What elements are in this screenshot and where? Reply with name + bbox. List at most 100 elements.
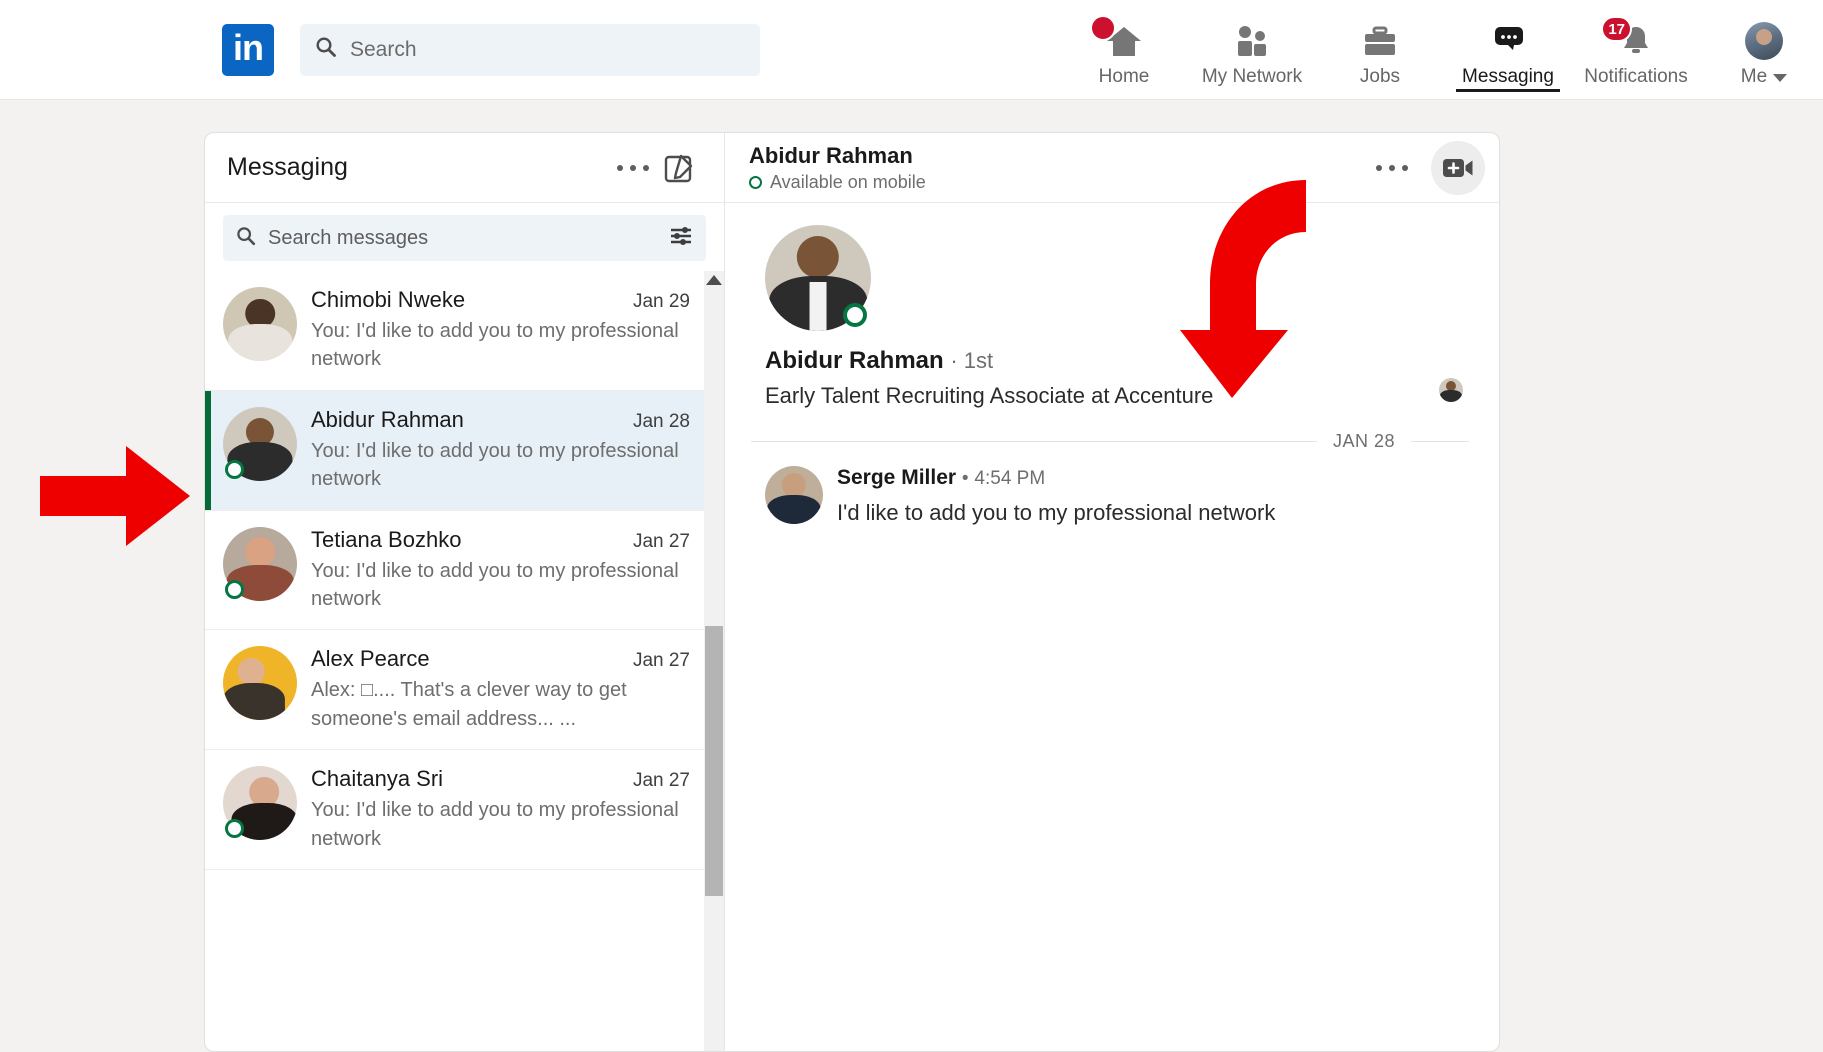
conversation-list-column: Messaging Search messages Chimobi Nweke … — [205, 133, 725, 1051]
date-divider-label: JAN 28 — [1332, 431, 1395, 451]
nav-label-messaging: Messaging — [1462, 66, 1554, 87]
presence-indicator — [843, 303, 867, 327]
conversation-name: Tetiana Bozhko — [311, 526, 462, 552]
conversation-preview: Alex: □.... That's a clever way to get s… — [311, 679, 627, 730]
linkedin-logo[interactable]: in — [222, 23, 274, 76]
conversation-name: Alex Pearce — [311, 646, 430, 672]
nav-label-me: Me — [1740, 66, 1768, 87]
search-messages-placeholder: Search messages — [268, 226, 429, 249]
nav-label-my-network: My Network — [1201, 66, 1303, 87]
nav-item-my-network[interactable]: My Network — [1188, 6, 1316, 92]
message-thread-column: Abidur Rahman Available on mobile Abidur… — [725, 133, 1499, 1051]
people-icon — [1232, 19, 1272, 63]
conversation-date: Jan 28 — [632, 410, 690, 432]
conversation-item-tetiana-bozhko[interactable]: Tetiana Bozhko Jan 27 You: I'd like to a… — [205, 510, 704, 631]
compose-message-icon[interactable] — [656, 145, 702, 191]
thread-profile-avatar[interactable] — [765, 225, 871, 331]
me-label-row: Me — [1740, 63, 1788, 92]
conversation-date: Jan 29 — [632, 291, 690, 312]
more-options-icon[interactable] — [610, 145, 656, 191]
home-badge-dot — [1090, 15, 1116, 41]
conversation-name: Chimobi Nweke — [311, 287, 466, 312]
thread-status-text: Available on mobile — [770, 171, 926, 192]
chevron-down-icon — [1773, 73, 1788, 82]
nav-item-notifications[interactable]: 17 Notifications — [1572, 6, 1700, 92]
conversation-list-scrollbar[interactable] — [704, 271, 724, 1051]
nav-right-group: Home My Network Jobs Messaging 17 Notifi… — [1060, 6, 1823, 92]
nav-active-underline — [1456, 89, 1560, 92]
thread-contact-name: Abidur Rahman — [749, 142, 913, 168]
thread-contact-status: Available on mobile — [749, 172, 1369, 193]
scrollbar-thumb[interactable] — [705, 626, 723, 896]
conversation-item-chaitanya-sri[interactable]: Chaitanya Sri Jan 27 You: I'd like to ad… — [205, 750, 704, 870]
conversation-scroll-area: Chimobi Nweke Jan 29 You: I'd like to ad… — [205, 271, 724, 1051]
date-divider: JAN 28 — [751, 431, 1469, 452]
nav-label-notifications: Notifications — [1584, 66, 1688, 87]
message-bubble-icon — [1488, 19, 1528, 63]
conversation-date: Jan 27 — [632, 770, 690, 792]
conversation-preview: You: I'd like to add you to my professio… — [311, 320, 679, 371]
thread-body: Abidur Rahman · 1st Early Talent Recruit… — [725, 203, 1499, 1051]
nav-left-group: in Search — [222, 23, 760, 76]
conversation-date: Jan 27 — [632, 530, 690, 552]
thread-profile-name[interactable]: Abidur Rahman · 1st — [765, 347, 1469, 375]
notifications-badge: 17 — [1601, 16, 1632, 42]
message-separator: • — [961, 468, 969, 489]
briefcase-icon — [1360, 19, 1400, 63]
presence-ring-icon — [749, 175, 762, 189]
message-time: 4:54 PM — [974, 468, 1046, 489]
thread-header-texts: Abidur Rahman Available on mobile — [749, 143, 1369, 193]
more-options-icon[interactable] — [1369, 145, 1415, 191]
global-search-placeholder: Search — [350, 37, 417, 61]
message-text: I'd like to add you to my professional n… — [837, 500, 1276, 525]
video-call-add-icon[interactable] — [1431, 140, 1485, 195]
search-icon — [314, 35, 338, 64]
home-icon — [1090, 15, 1144, 63]
conversation-body: Chaitanya Sri Jan 27 You: I'd like to ad… — [311, 766, 690, 853]
conversation-name: Abidur Rahman — [311, 406, 464, 432]
conversation-preview: You: I'd like to add you to my professio… — [311, 559, 679, 610]
divider-line-left — [751, 441, 1317, 442]
avatar — [223, 287, 297, 361]
conversation-preview: You: I'd like to add you to my professio… — [311, 799, 679, 850]
search-icon — [235, 225, 257, 252]
conversation-body: Tetiana Bozhko Jan 27 You: I'd like to a… — [311, 527, 690, 614]
profile-name-text: Abidur Rahman — [765, 347, 944, 374]
message-main: Serge Miller • 4:54 PM I'd like to add y… — [837, 466, 1469, 528]
messaging-panel: Messaging Search messages Chimobi Nweke … — [204, 132, 1500, 1052]
avatar[interactable] — [765, 466, 823, 524]
nav-item-messaging[interactable]: Messaging — [1444, 6, 1572, 92]
avatar — [223, 526, 297, 601]
nav-label-jobs: Jobs — [1359, 66, 1401, 87]
conversation-body: Chimobi Nweke Jan 29 You: I'd like to ad… — [311, 287, 690, 374]
page-body: Messaging Search messages Chimobi Nweke … — [0, 100, 1823, 1052]
me-avatar — [1745, 19, 1783, 63]
conversation-item-abidur-rahman[interactable]: Abidur Rahman Jan 28 You: I'd like to ad… — [205, 390, 704, 511]
conversation-list: Chimobi Nweke Jan 29 You: I'd like to ad… — [205, 271, 704, 870]
divider-line-right — [1411, 441, 1469, 442]
avatar — [223, 406, 297, 481]
conversation-date: Jan 27 — [632, 650, 690, 672]
conversation-body: Alex Pearce Jan 27 Alex: □.... That's a … — [311, 646, 690, 733]
conversation-item-alex-pearce[interactable]: Alex Pearce Jan 27 Alex: □.... That's a … — [205, 630, 704, 751]
search-messages-input[interactable]: Search messages — [223, 215, 706, 261]
nav-item-me[interactable]: Me — [1700, 6, 1823, 92]
arrow-pointing-to-selected-conversation — [40, 446, 190, 546]
filter-icon[interactable] — [668, 223, 694, 254]
nav-item-jobs[interactable]: Jobs — [1316, 6, 1444, 92]
top-navigation-bar: in Search Home My Network Jobs Messaging… — [0, 0, 1823, 100]
avatar — [223, 766, 297, 841]
message-sender: Serge Miller — [837, 466, 957, 489]
avatar — [223, 646, 297, 721]
message-item: Serge Miller • 4:54 PM I'd like to add y… — [751, 466, 1469, 528]
scroll-up-arrow-icon[interactable] — [706, 275, 722, 285]
avatar — [1745, 22, 1783, 60]
bell-icon: 17 — [1601, 16, 1656, 63]
connection-degree: · 1st — [950, 348, 994, 373]
conversation-item-chimobi-nweke[interactable]: Chimobi Nweke Jan 29 You: I'd like to ad… — [205, 271, 704, 391]
presence-indicator — [225, 819, 244, 839]
global-search-box[interactable]: Search — [300, 23, 760, 76]
message-meta: Serge Miller • 4:54 PM — [837, 466, 1469, 490]
nav-item-home[interactable]: Home — [1060, 6, 1188, 92]
conversation-name: Chaitanya Sri — [311, 766, 444, 792]
